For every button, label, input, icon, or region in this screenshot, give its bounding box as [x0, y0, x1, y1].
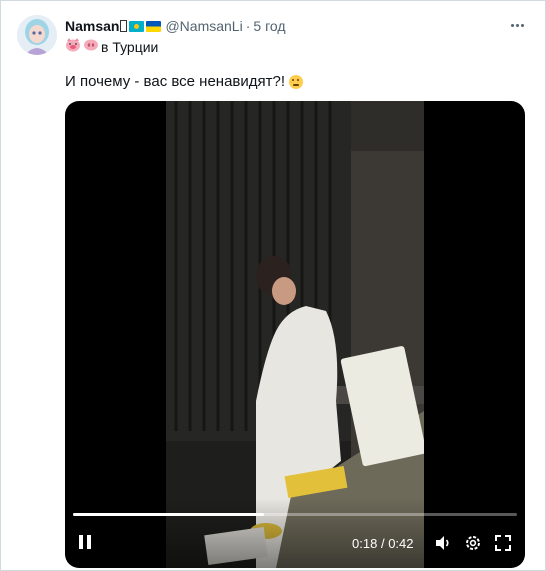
- duration: 0:42: [388, 536, 414, 551]
- display-name[interactable]: Namsan: [65, 18, 119, 34]
- tweet-text: И почему - вас все ненавидят?!: [65, 73, 304, 90]
- video-player[interactable]: 0:18 / 0:42: [65, 101, 525, 568]
- current-time: 0:18: [352, 536, 378, 551]
- pause-icon[interactable]: [77, 533, 93, 551]
- timestamp[interactable]: 5 год: [253, 18, 285, 34]
- missing-glyph-icon: [120, 20, 128, 32]
- controls-overlay: [65, 498, 525, 568]
- tweet-header: Namsan @NamsanLi · 5 год: [65, 17, 286, 35]
- thinking-face-icon: [289, 74, 304, 89]
- avatar[interactable]: [17, 15, 57, 55]
- progress-bar[interactable]: [73, 513, 517, 516]
- tweet-text-body: И почему - вас все ненавидят?!: [65, 73, 286, 90]
- user-handle[interactable]: @NamsanLi: [165, 18, 242, 34]
- kazakhstan-flag-icon: [129, 20, 145, 32]
- time-separator: /: [380, 536, 385, 551]
- ukraine-flag-icon: [146, 20, 162, 32]
- fullscreen-icon[interactable]: [493, 533, 513, 553]
- tweet-text-line1: в Турции: [101, 38, 159, 55]
- separator-dot: ·: [245, 18, 251, 34]
- more-options-icon[interactable]: [507, 15, 527, 35]
- pig-face-icon: [65, 38, 81, 55]
- progress-fill: [73, 513, 264, 516]
- tweet-card: Namsan @NamsanLi · 5 год в Турции И поче…: [0, 0, 546, 571]
- time-readout: 0:18 / 0:42: [352, 536, 414, 551]
- tweet-location-line: в Турции: [65, 38, 158, 55]
- volume-icon[interactable]: [433, 533, 453, 553]
- settings-icon[interactable]: [463, 533, 483, 553]
- pig-nose-icon: [83, 38, 99, 55]
